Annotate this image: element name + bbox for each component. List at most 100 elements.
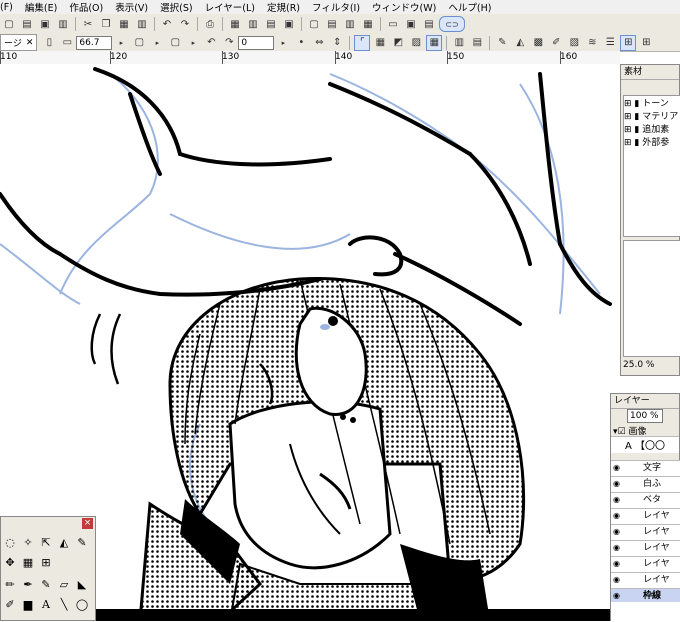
close-icon[interactable]: ✕ — [26, 38, 34, 48]
layer-row[interactable]: ◉ レイヤ — [611, 508, 680, 522]
tone-icon[interactable]: ▩ — [530, 35, 546, 51]
perspective-icon[interactable]: ◩ — [390, 35, 406, 51]
menu-file[interactable]: (F) — [0, 2, 13, 13]
close-icon[interactable]: × — [82, 518, 93, 529]
save-icon[interactable]: ▣ — [37, 16, 53, 32]
tab-page[interactable]: ージ ✕ — [0, 34, 38, 51]
layer-row[interactable]: ◉ レイヤ — [611, 572, 680, 586]
layer-row[interactable]: ◉ 文字 — [611, 460, 680, 474]
folder-icon[interactable]: ▭ — [385, 16, 401, 32]
window-icon[interactable]: ▢ — [306, 16, 322, 32]
tree-item-external[interactable]: ⊞ ▮ 外部参 — [624, 135, 680, 148]
select-frame-icon[interactable]: ⌜ — [354, 34, 371, 51]
page-fit-icon[interactable]: ▢ — [167, 35, 183, 51]
eye-icon[interactable]: ◉ — [613, 591, 623, 600]
snap-icon[interactable]: ▦ — [372, 35, 388, 51]
tree-item-tone[interactable]: ⊞ ▮ トーン — [624, 96, 680, 109]
new-icon[interactable]: ▢ — [1, 16, 17, 32]
chevron-down-icon[interactable]: ▸ — [149, 35, 165, 51]
text-icon[interactable]: A — [37, 597, 55, 613]
layer-opacity-field[interactable]: 100 % — [627, 409, 663, 423]
print-icon[interactable]: ⎙ — [202, 16, 218, 32]
rotate-right-icon[interactable]: ↷ — [221, 35, 237, 51]
menu-edit[interactable]: 編集(E) — [25, 0, 57, 14]
undo-icon[interactable]: ↶ — [159, 16, 175, 32]
pen-icon[interactable]: ✒ — [19, 577, 37, 593]
flip-horizontal-icon[interactable]: ⇔ — [311, 35, 327, 51]
panel-icon[interactable]: ▤ — [324, 16, 340, 32]
tree-item-additional[interactable]: ⊞ ▮ 追加素 — [624, 122, 680, 135]
material-zoom[interactable]: 25.0 % — [623, 360, 654, 370]
brush-icon[interactable]: ✐ — [1, 597, 19, 613]
page-icon[interactable]: ▢ — [131, 35, 147, 51]
page-view-icon[interactable]: ▦ — [227, 16, 243, 32]
pen-icon[interactable]: ✎ — [494, 35, 510, 51]
redo-icon[interactable]: ↷ — [177, 16, 193, 32]
frame-icon[interactable]: ▥ — [342, 16, 358, 32]
chevron-down-icon[interactable]: ▸ — [275, 35, 291, 51]
open-icon[interactable]: ▤ — [19, 16, 35, 32]
layer-row[interactable]: ◉ レイヤ — [611, 556, 680, 570]
zoom-out-icon[interactable]: ▭ — [59, 35, 75, 51]
tree-item-material[interactable]: ⊞ ▮ マテリア — [624, 109, 680, 122]
layer-row[interactable]: ◉ ベタ — [611, 492, 680, 506]
eye-icon[interactable]: ◉ — [613, 511, 623, 520]
menu-layer[interactable]: レイヤー(L) — [205, 0, 255, 14]
grid-icon[interactable]: ▦ — [426, 34, 443, 51]
pattern-icon[interactable]: ▧ — [566, 35, 582, 51]
trash-icon[interactable]: ▥ — [134, 16, 150, 32]
eye-icon[interactable]: ◉ — [613, 495, 623, 504]
grid-icon[interactable]: ▦ — [19, 555, 37, 571]
eye-icon[interactable]: ◉ — [613, 527, 623, 536]
zoom-field[interactable]: 66.7 — [76, 35, 113, 50]
transform-icon[interactable]: ⊞ — [37, 555, 55, 571]
dot-icon[interactable]: • — [293, 35, 309, 51]
angle-field[interactable]: 0 — [238, 35, 275, 50]
lasso-icon[interactable]: ◌ — [1, 535, 19, 551]
material-window-icon[interactable]: ▣ — [403, 16, 419, 32]
view-mode-icon[interactable]: ▥ — [451, 35, 467, 51]
layer-row[interactable]: ◉ 白ふ — [611, 476, 680, 490]
pencil-icon[interactable]: ✏ — [1, 577, 19, 593]
guide-icon[interactable]: ▨ — [408, 35, 424, 51]
eye-icon[interactable]: ◉ — [613, 559, 623, 568]
sticker-icon[interactable]: ◭ — [55, 535, 73, 551]
layout-icon[interactable]: ▣ — [281, 16, 297, 32]
layer-row[interactable]: ◉ レイヤ — [611, 540, 680, 554]
fill-icon[interactable]: ◭ — [512, 35, 528, 51]
layer-text-header[interactable]: A 【〇〇 — [611, 436, 679, 453]
layer-row-selected[interactable]: ◉ 枠線 — [611, 588, 680, 602]
speedline-icon[interactable]: ☰ — [602, 35, 618, 51]
menu-window[interactable]: ウィンドウ(W) — [372, 0, 436, 14]
chevron-down-icon[interactable]: ▸ — [185, 35, 201, 51]
menu-ruler[interactable]: 定規(R) — [267, 0, 300, 14]
plugin-icon[interactable]: ⊂⊃ — [439, 16, 465, 32]
object-select-icon[interactable]: ⇱ — [37, 535, 55, 551]
fit-icon[interactable]: ▯ — [41, 35, 57, 51]
menu-select[interactable]: 選択(S) — [160, 0, 192, 14]
copy-icon[interactable]: ❐ — [98, 16, 114, 32]
close-doc-icon[interactable]: ▥ — [55, 16, 71, 32]
gradient-icon[interactable]: ▆ — [19, 597, 37, 613]
menu-work[interactable]: 作品(O) — [69, 0, 103, 14]
paste-icon[interactable]: ▦ — [116, 16, 132, 32]
layer-group-row[interactable]: ▾☑ 画像 — [611, 424, 679, 437]
rotate-left-icon[interactable]: ↶ — [203, 35, 219, 51]
pen-tool-icon[interactable]: ✎ — [73, 535, 91, 551]
effect-icon[interactable]: ≋ — [584, 35, 600, 51]
ruler-icon[interactable]: ▦ — [360, 16, 376, 32]
menu-help[interactable]: ヘルプ(H) — [448, 0, 491, 14]
line-icon[interactable]: ╲ — [55, 597, 73, 613]
eye-icon[interactable]: ◉ — [613, 543, 623, 552]
magic-wand-icon[interactable]: ✧ — [19, 535, 37, 551]
fill-bucket-icon[interactable]: ◣ — [73, 577, 91, 593]
grid-tool-icon[interactable]: ⊞ — [620, 34, 637, 51]
eye-icon[interactable]: ◉ — [613, 479, 623, 488]
flip-vertical-icon[interactable]: ⇕ — [329, 35, 345, 51]
menu-view[interactable]: 表示(V) — [115, 0, 148, 14]
layer-row[interactable]: ◉ レイヤ — [611, 524, 680, 538]
brush-icon[interactable]: ✐ — [548, 35, 564, 51]
eraser-icon[interactable]: ▱ — [55, 577, 73, 593]
eye-icon[interactable]: ◉ — [613, 463, 623, 472]
grid-tool2-icon[interactable]: ⊞ — [638, 35, 654, 51]
